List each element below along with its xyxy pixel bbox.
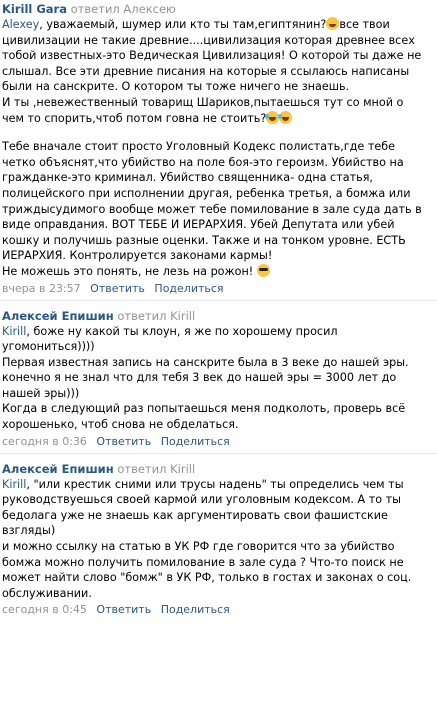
comment-meta: Алексей Епишин ответил Kirill [0, 462, 437, 477]
share-button[interactable]: Поделиться [161, 603, 230, 616]
replied-to[interactable]: ответил Kirill [117, 309, 195, 323]
grin-emoji-icon [326, 17, 340, 30]
replied-to[interactable]: ответил Kirill [117, 462, 195, 476]
comment-text: Alexey, уважаемый, шумер или кто ты там,… [2, 17, 422, 278]
reply-button[interactable]: Ответить [96, 603, 151, 616]
timestamp[interactable]: сегодня в 0:45 [2, 603, 87, 616]
comment: Алексей Епишин ответил Kirill Kirill, бо… [0, 301, 437, 454]
timestamp[interactable]: вчера в 23:57 [2, 282, 81, 295]
reply-button[interactable]: Ответить [96, 435, 151, 448]
comment: Алексей Епишин ответил Kirill Kirill, "и… [0, 454, 437, 622]
comment-footer: сегодня в 0:36 Ответить Поделиться [0, 434, 437, 449]
comment-text: Kirill, "или крестик сними или трусы над… [2, 477, 412, 600]
rofl-emoji-icon [278, 110, 293, 124]
comment-meta: Алексей Епишин ответил Kirill [0, 309, 437, 324]
author-link[interactable]: Алексей Епишин [2, 462, 114, 476]
comment-footer: сегодня в 0:45 Ответить Поделиться [0, 602, 437, 617]
comment: Kirill Gara ответил Алексею Alexey, уваж… [0, 0, 437, 301]
share-button[interactable]: Поделиться [154, 282, 223, 295]
mention-link[interactable]: Kirill [2, 478, 26, 491]
comment-text: Kirill, боже ну какой ты клоун, я же по … [2, 324, 409, 432]
mention-link[interactable]: Kirill [2, 325, 26, 338]
replied-to[interactable]: ответил Алексею [71, 2, 176, 16]
timestamp[interactable]: сегодня в 0:36 [2, 435, 87, 448]
sunglasses-emoji-icon [256, 263, 270, 277]
author-link[interactable]: Kirill Gara [2, 2, 67, 16]
reply-button[interactable]: Ответить [90, 282, 145, 295]
comment-footer: вчера в 23:57 Ответить Поделиться [0, 281, 437, 296]
comment-meta: Kirill Gara ответил Алексею [0, 2, 437, 17]
mention-link[interactable]: Alexey [2, 18, 39, 31]
author-link[interactable]: Алексей Епишин [2, 309, 114, 323]
share-button[interactable]: Поделиться [161, 435, 230, 448]
